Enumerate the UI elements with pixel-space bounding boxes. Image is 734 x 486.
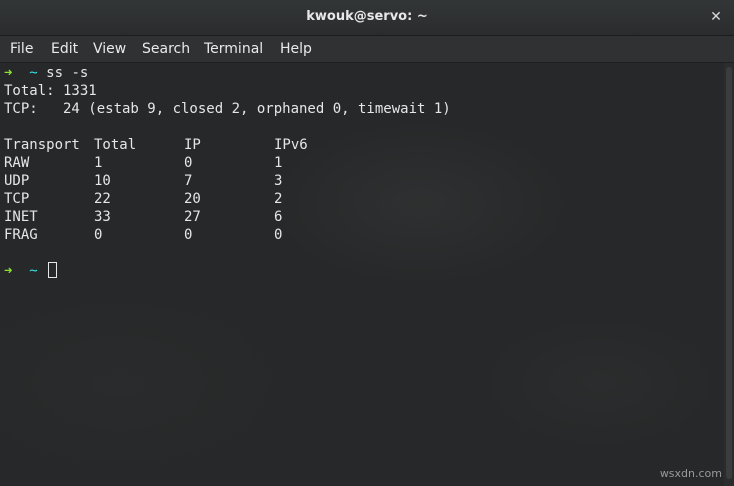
table-header-cell: IPv6 xyxy=(274,137,308,153)
table-cell: 0 xyxy=(94,227,103,243)
table-cell: FRAG xyxy=(4,227,38,243)
menu-help[interactable]: Help xyxy=(280,41,312,57)
scrollbar-thumb[interactable] xyxy=(726,67,732,479)
table-cell: TCP xyxy=(4,191,30,207)
table-cell: 20 xyxy=(184,191,201,207)
terminal-window: kwouk@servo: ~ ✕ File Edit View Search T… xyxy=(0,0,734,486)
table-cell: UDP xyxy=(4,173,30,189)
prompt-directory: ~ xyxy=(29,263,38,279)
menu-terminal[interactable]: Terminal xyxy=(204,41,263,57)
watermark: wsxdn.com xyxy=(659,467,722,480)
menu-search[interactable]: Search xyxy=(142,41,190,57)
command-text: ss -s xyxy=(46,65,89,81)
table-cell: 33 xyxy=(94,209,111,225)
prompt-arrow-icon: ➜ xyxy=(4,263,13,279)
window-title: kwouk@servo: ~ xyxy=(306,9,428,24)
table-header-cell: IP xyxy=(184,137,201,153)
prompt-directory: ~ xyxy=(29,65,38,81)
prompt-line[interactable]: ➜ ~ xyxy=(4,262,58,280)
table-header-cell: Transport xyxy=(4,137,80,153)
table-cell: 7 xyxy=(184,173,193,189)
scrollbar[interactable] xyxy=(724,63,734,486)
title-bar[interactable]: kwouk@servo: ~ ✕ xyxy=(0,0,734,36)
table-cell: 3 xyxy=(274,173,283,189)
table-cell: 1 xyxy=(94,155,103,171)
table-cell: RAW xyxy=(4,155,30,171)
text-cursor xyxy=(48,262,58,278)
prompt-arrow-icon: ➜ xyxy=(4,65,13,81)
table-cell: 22 xyxy=(94,191,111,207)
table-cell: 27 xyxy=(184,209,201,225)
menu-file[interactable]: File xyxy=(10,41,33,57)
menu-bar: File Edit View Search Terminal Help xyxy=(0,36,734,63)
table-cell: 6 xyxy=(274,209,283,225)
table-cell: 0 xyxy=(184,155,193,171)
terminal-output[interactable]: ➜ ~ ss -s Total: 1331 TCP: 24 (estab 9, … xyxy=(0,63,724,486)
menu-edit[interactable]: Edit xyxy=(51,41,78,57)
table-cell: INET xyxy=(4,209,38,225)
close-icon[interactable]: ✕ xyxy=(706,7,726,27)
table-cell: 10 xyxy=(94,173,111,189)
table-cell: 0 xyxy=(274,227,283,243)
table-cell: 0 xyxy=(184,227,193,243)
total-line: Total: 1331 xyxy=(4,83,97,99)
table-cell: 2 xyxy=(274,191,283,207)
tcp-summary-line: TCP: 24 (estab 9, closed 2, orphaned 0, … xyxy=(4,101,451,117)
table-cell: 1 xyxy=(274,155,283,171)
table-header-cell: Total xyxy=(94,137,137,153)
command-line: ➜ ~ ss -s xyxy=(4,64,88,82)
menu-view[interactable]: View xyxy=(93,41,126,57)
